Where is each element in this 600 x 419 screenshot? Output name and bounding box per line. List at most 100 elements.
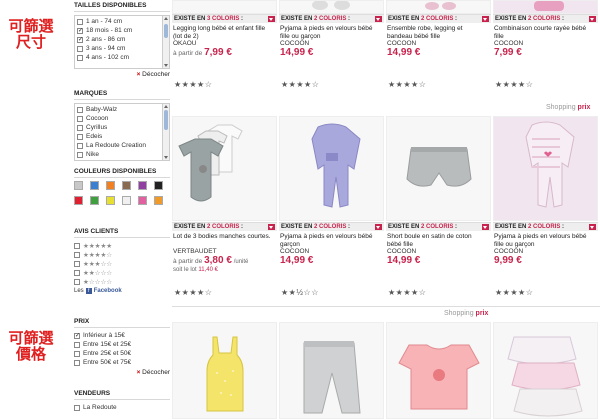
color-swatch[interactable]: [154, 196, 163, 205]
rating-checkbox[interactable]: [74, 260, 80, 267]
color-swatch[interactable]: [90, 181, 99, 190]
seller-option[interactable]: La Redoute: [74, 403, 170, 412]
color-swatch[interactable]: [122, 196, 131, 205]
price-checkbox[interactable]: [74, 341, 80, 348]
scroll-down-icon[interactable]: [164, 64, 168, 67]
color-swatch[interactable]: [106, 181, 115, 190]
price-option[interactable]: Entre 50€ et 75€: [74, 358, 170, 367]
size-option[interactable]: 1 an - 74 cm: [77, 17, 159, 26]
rating-checkbox[interactable]: [74, 278, 80, 285]
size-checkbox[interactable]: [77, 18, 83, 25]
color-swatch[interactable]: [122, 181, 131, 190]
brand-scrollbar[interactable]: [162, 104, 169, 160]
product-image[interactable]: [279, 116, 384, 221]
size-option[interactable]: 18 mois - 81 cm: [77, 26, 159, 35]
size-clear-link[interactable]: Décocher: [74, 71, 170, 78]
rating-option[interactable]: ★★☆☆☆: [74, 268, 170, 277]
brand-checkbox[interactable]: [77, 133, 83, 140]
brand-checkbox[interactable]: [77, 151, 83, 158]
seller-checkbox[interactable]: [74, 404, 80, 411]
rating-checkbox[interactable]: [74, 269, 80, 276]
product-image[interactable]: [493, 0, 598, 14]
product-image[interactable]: [279, 0, 384, 14]
scroll-thumb[interactable]: [164, 110, 168, 130]
product-name[interactable]: Legging long bébé et enfant fille (lot d…: [173, 25, 273, 40]
colors-available-dropdown[interactable]: EXISTE EN 2 COLORIS :: [172, 222, 277, 231]
rating-option[interactable]: ★★★★☆: [74, 250, 170, 259]
chevron-down-icon[interactable]: [375, 224, 382, 230]
price-checkbox[interactable]: [74, 332, 80, 339]
size-option[interactable]: 4 ans - 102 cm: [77, 53, 159, 62]
chevron-down-icon[interactable]: [482, 16, 489, 22]
size-checkbox[interactable]: [77, 27, 83, 34]
price-option[interactable]: Entre 15€ et 25€: [74, 340, 170, 349]
product-name[interactable]: Combinaison courte rayée bébé fille: [494, 25, 594, 40]
colors-available-dropdown[interactable]: EXISTE EN 2 COLORIS :: [279, 14, 384, 23]
brand-option[interactable]: La Redoute Creation: [77, 141, 159, 150]
chevron-down-icon[interactable]: [375, 16, 382, 22]
size-option[interactable]: 2 ans - 86 cm: [77, 35, 159, 44]
rating-option[interactable]: ★★★★★: [74, 241, 170, 250]
size-checkbox[interactable]: [77, 54, 83, 61]
colors-available-dropdown[interactable]: EXISTE EN 2 COLORIS :: [386, 14, 491, 23]
colors-available-dropdown[interactable]: EXISTE EN 3 COLORIS :: [172, 14, 277, 23]
size-checkbox[interactable]: [77, 36, 83, 43]
rating-option[interactable]: ★☆☆☆☆: [74, 277, 170, 286]
brand-checkbox[interactable]: [77, 106, 83, 113]
product-name[interactable]: Short boule en satin de coton bébé fille: [387, 233, 487, 248]
rating-checkbox[interactable]: [74, 242, 80, 249]
color-swatch[interactable]: [90, 196, 99, 205]
product-image[interactable]: [279, 322, 384, 419]
color-swatch[interactable]: [106, 196, 115, 205]
product-image[interactable]: [493, 322, 598, 419]
brand-option[interactable]: Nike: [77, 150, 159, 159]
scroll-thumb[interactable]: [164, 24, 168, 38]
product-name[interactable]: Lot de 3 bodies manches courtes.: [173, 233, 273, 241]
product-name[interactable]: Pyjama à pieds en velours bébé fille ou …: [280, 25, 380, 40]
product-name[interactable]: Pyjama à pieds en velours bébé garçon: [280, 233, 380, 248]
scroll-up-icon[interactable]: [164, 17, 168, 20]
product-image[interactable]: [172, 0, 277, 14]
brand-checkbox[interactable]: [77, 142, 83, 149]
scroll-down-icon[interactable]: [164, 156, 168, 159]
price-checkbox[interactable]: [74, 350, 80, 357]
chevron-down-icon[interactable]: [482, 224, 489, 230]
product-image[interactable]: [493, 116, 598, 221]
rating-checkbox[interactable]: [74, 251, 80, 258]
size-option[interactable]: 3 ans - 94 cm: [77, 44, 159, 53]
product-image[interactable]: [172, 322, 277, 419]
size-option-list[interactable]: 1 an - 74 cm 18 mois - 81 cm 2 ans - 86 …: [74, 15, 170, 69]
size-scrollbar[interactable]: [162, 16, 169, 68]
colors-available-dropdown[interactable]: EXISTE EN 2 COLORIS :: [386, 222, 491, 231]
colors-available-dropdown[interactable]: EXISTE EN 2 COLORIS :: [279, 222, 384, 231]
product-image[interactable]: [386, 322, 491, 419]
size-checkbox[interactable]: [77, 45, 83, 52]
colors-available-dropdown[interactable]: EXISTE EN 2 COLORIS :: [493, 222, 598, 231]
chevron-down-icon[interactable]: [589, 16, 596, 22]
brand-option[interactable]: Baby-Walz: [77, 105, 159, 114]
brand-option-list[interactable]: Baby-Walz Cocoon Cyrillus Edeis La Redou…: [74, 103, 170, 161]
product-image[interactable]: [386, 116, 491, 221]
price-option[interactable]: Entre 25€ et 50€: [74, 349, 170, 358]
color-swatch[interactable]: [74, 196, 83, 205]
chevron-down-icon[interactable]: [268, 16, 275, 22]
color-swatch[interactable]: [74, 181, 83, 190]
brand-option[interactable]: Cocoon: [77, 114, 159, 123]
product-image[interactable]: [386, 0, 491, 14]
price-option[interactable]: Inférieur à 15€: [74, 331, 170, 340]
rating-option[interactable]: ★★★☆☆: [74, 259, 170, 268]
color-swatch[interactable]: [138, 196, 147, 205]
brand-option[interactable]: Cyrillus: [77, 123, 159, 132]
chevron-down-icon[interactable]: [268, 224, 275, 230]
product-image[interactable]: [172, 116, 277, 221]
chevron-down-icon[interactable]: [589, 224, 596, 230]
facebook-reviews-link[interactable]: Les f Facebook: [74, 286, 170, 295]
color-swatch[interactable]: [138, 181, 147, 190]
brand-option[interactable]: Edeis: [77, 132, 159, 141]
scroll-up-icon[interactable]: [164, 105, 168, 108]
colors-available-dropdown[interactable]: EXISTE EN 2 COLORIS :: [493, 14, 598, 23]
price-clear-link[interactable]: Décocher: [74, 369, 170, 376]
product-name[interactable]: Ensemble robe, legging et bandeau bébé f…: [387, 25, 487, 40]
price-checkbox[interactable]: [74, 359, 80, 366]
color-swatch[interactable]: [154, 181, 163, 190]
